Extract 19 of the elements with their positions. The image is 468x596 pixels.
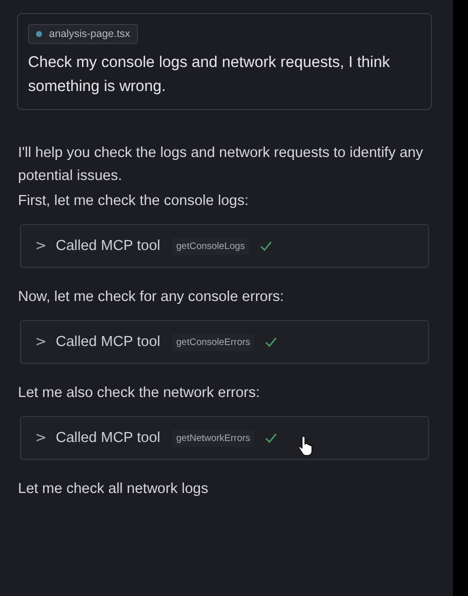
tool-call-row[interactable]: > Called MCP tool getNetworkErrors: [20, 416, 429, 460]
assistant-text: First, let me check the console logs:: [18, 192, 250, 211]
message-text: Check my console logs and network requests, I think something is wrong.: [28, 53, 391, 97]
assistant-text: Now, let me check for any console errors:: [18, 288, 285, 307]
assistant-text: I'll help you check the logs and network requests to identify any potential issues.: [18, 144, 424, 186]
assistant-text: Let me check all network logs: [18, 480, 210, 499]
tool-call-label: Called MCP tool: [56, 238, 160, 254]
tool-call-label: Called MCP tool: [56, 334, 160, 350]
file-chip[interactable]: analysis-page.tsx: [28, 24, 138, 44]
tool-call-row[interactable]: > Called MCP tool getConsoleLogs: [20, 224, 429, 268]
chevron-icon: >: [35, 334, 47, 350]
tool-call-row[interactable]: > Called MCP tool getConsoleErrors: [20, 320, 429, 364]
tool-name: getNetworkErrors: [172, 430, 254, 446]
tool-name: getConsoleErrors: [172, 334, 254, 350]
tool-name: getConsoleLogs: [172, 238, 249, 254]
tool-call-label: Called MCP tool: [56, 430, 160, 446]
assistant-text: Let me also check the network errors:: [18, 384, 261, 403]
chevron-icon: >: [35, 430, 47, 446]
chevron-icon: >: [35, 238, 47, 254]
